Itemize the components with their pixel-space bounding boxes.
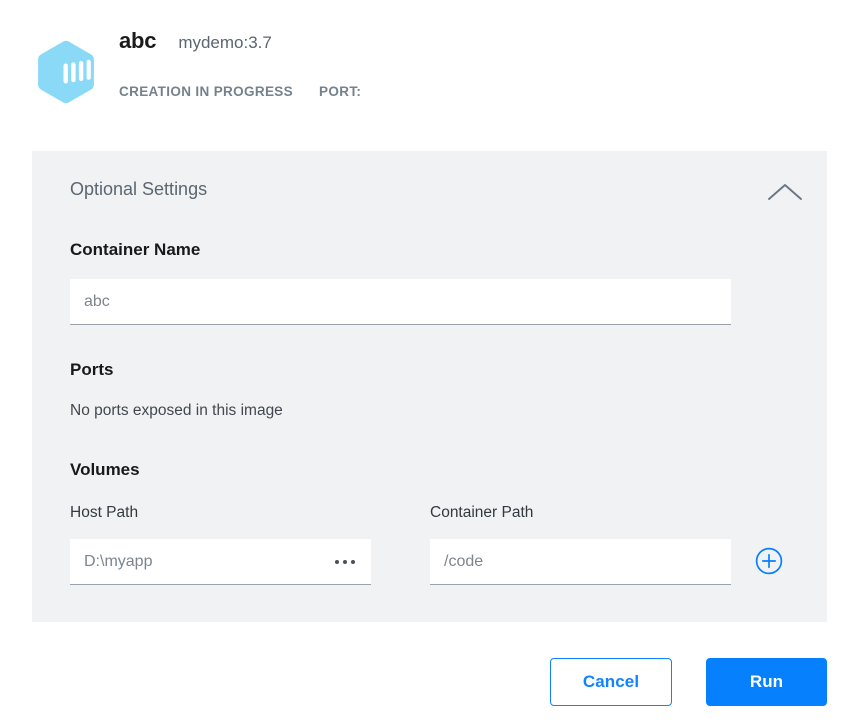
- title-row: abc mydemo:3.7: [119, 28, 361, 62]
- run-button[interactable]: Run: [706, 658, 827, 706]
- container-path-label: Container Path: [430, 504, 534, 521]
- panel-title: Optional Settings: [70, 179, 208, 199]
- add-volume-button[interactable]: [755, 547, 783, 575]
- volumes-section-label: Volumes: [70, 460, 140, 479]
- collapse-toggle-button[interactable]: [763, 177, 807, 209]
- panel-header: Optional Settings: [70, 179, 803, 211]
- container-hexagon-icon: [35, 40, 97, 106]
- container-name-input[interactable]: [70, 279, 731, 325]
- ports-section-label: Ports: [70, 360, 114, 379]
- host-path-input[interactable]: [70, 539, 371, 585]
- chevron-up-icon: [767, 182, 803, 205]
- header-text-block: abc mydemo:3.7 CREATION IN PROGRESS PORT…: [119, 28, 361, 99]
- plus-circle-icon: [755, 547, 783, 578]
- cancel-button[interactable]: Cancel: [550, 658, 672, 706]
- status-row: CREATION IN PROGRESS PORT:: [119, 84, 361, 99]
- ports-empty-message: No ports exposed in this image: [70, 402, 283, 419]
- ellipsis-icon[interactable]: [328, 547, 362, 577]
- container-name-section-label: Container Name: [70, 240, 201, 259]
- dialog-header: abc mydemo:3.7 CREATION IN PROGRESS PORT…: [32, 28, 822, 128]
- port-label: PORT:: [319, 84, 362, 99]
- dialog-footer: Cancel Run: [0, 658, 854, 710]
- image-name: mydemo:3.7: [178, 33, 272, 52]
- page-title: abc: [119, 28, 157, 53]
- container-path-input[interactable]: [430, 539, 731, 585]
- create-container-dialog: abc mydemo:3.7 CREATION IN PROGRESS PORT…: [0, 0, 854, 728]
- optional-settings-panel: Optional Settings Container Name Ports N…: [32, 151, 827, 622]
- status-badge: CREATION IN PROGRESS: [119, 84, 294, 99]
- host-path-label: Host Path: [70, 504, 139, 521]
